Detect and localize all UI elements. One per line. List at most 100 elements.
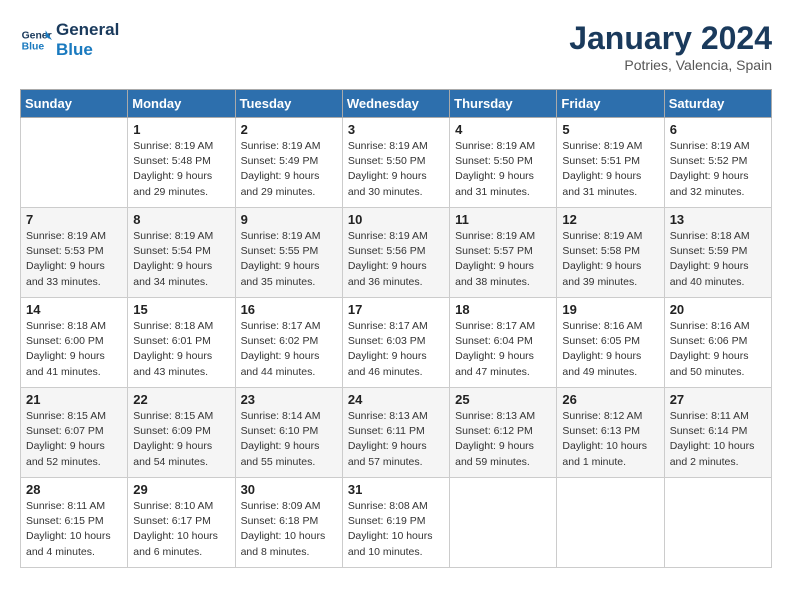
location-subtitle: Potries, Valencia, Spain (569, 57, 772, 73)
day-number: 27 (670, 392, 766, 407)
day-info: Sunrise: 8:19 AM Sunset: 5:55 PM Dayligh… (241, 229, 337, 290)
day-number: 30 (241, 482, 337, 497)
calendar-table: SundayMondayTuesdayWednesdayThursdayFrid… (20, 89, 772, 568)
day-number: 19 (562, 302, 658, 317)
day-info: Sunrise: 8:19 AM Sunset: 5:49 PM Dayligh… (241, 139, 337, 200)
logo-line2: Blue (56, 40, 119, 60)
day-number: 22 (133, 392, 229, 407)
day-info: Sunrise: 8:16 AM Sunset: 6:06 PM Dayligh… (670, 319, 766, 380)
day-info: Sunrise: 8:17 AM Sunset: 6:03 PM Dayligh… (348, 319, 444, 380)
day-number: 1 (133, 122, 229, 137)
day-info: Sunrise: 8:11 AM Sunset: 6:14 PM Dayligh… (670, 409, 766, 470)
day-number: 24 (348, 392, 444, 407)
day-number: 16 (241, 302, 337, 317)
calendar-cell: 5 Sunrise: 8:19 AM Sunset: 5:51 PM Daylig… (557, 118, 664, 208)
header-day-tuesday: Tuesday (235, 90, 342, 118)
day-number: 3 (348, 122, 444, 137)
day-info: Sunrise: 8:19 AM Sunset: 5:48 PM Dayligh… (133, 139, 229, 200)
day-info: Sunrise: 8:14 AM Sunset: 6:10 PM Dayligh… (241, 409, 337, 470)
calendar-cell (21, 118, 128, 208)
day-info: Sunrise: 8:19 AM Sunset: 5:56 PM Dayligh… (348, 229, 444, 290)
day-number: 13 (670, 212, 766, 227)
day-info: Sunrise: 8:19 AM Sunset: 5:54 PM Dayligh… (133, 229, 229, 290)
day-number: 25 (455, 392, 551, 407)
month-title: January 2024 (569, 20, 772, 57)
header-day-sunday: Sunday (21, 90, 128, 118)
day-info: Sunrise: 8:17 AM Sunset: 6:02 PM Dayligh… (241, 319, 337, 380)
day-number: 5 (562, 122, 658, 137)
week-row-3: 14Sunrise: 8:18 AM Sunset: 6:00 PM Dayli… (21, 298, 772, 388)
header-row: SundayMondayTuesdayWednesdayThursdayFrid… (21, 90, 772, 118)
calendar-cell: 22Sunrise: 8:15 AM Sunset: 6:09 PM Dayli… (128, 388, 235, 478)
day-number: 9 (241, 212, 337, 227)
calendar-header: SundayMondayTuesdayWednesdayThursdayFrid… (21, 90, 772, 118)
day-number: 28 (26, 482, 122, 497)
calendar-cell: 14Sunrise: 8:18 AM Sunset: 6:00 PM Dayli… (21, 298, 128, 388)
day-info: Sunrise: 8:18 AM Sunset: 6:01 PM Dayligh… (133, 319, 229, 380)
calendar-cell: 24 Sunrise: 8:13 AM Sunset: 6:11 PM Dayli… (342, 388, 449, 478)
week-row-4: 21Sunrise: 8:15 AM Sunset: 6:07 PM Dayli… (21, 388, 772, 478)
day-info: Sunrise: 8:13 AM Sunset: 6:11 PM Dayligh… (348, 409, 444, 470)
day-number: 2 (241, 122, 337, 137)
logo: General Blue General Blue (20, 20, 119, 59)
calendar-cell: 11Sunrise: 8:19 AM Sunset: 5:57 PM Dayli… (450, 208, 557, 298)
page-header: General Blue General Blue January 2024 P… (20, 20, 772, 73)
week-row-2: 7Sunrise: 8:19 AM Sunset: 5:53 PM Daylig… (21, 208, 772, 298)
day-info: Sunrise: 8:19 AM Sunset: 5:50 PM Dayligh… (455, 139, 551, 200)
calendar-cell: 19 Sunrise: 8:16 AM Sunset: 6:05 PM Dayli… (557, 298, 664, 388)
day-info: Sunrise: 8:10 AM Sunset: 6:17 PM Dayligh… (133, 499, 229, 560)
day-info: Sunrise: 8:11 AM Sunset: 6:15 PM Dayligh… (26, 499, 122, 560)
calendar-cell: 25 Sunrise: 8:13 AM Sunset: 6:12 PM Dayli… (450, 388, 557, 478)
calendar-cell: 27 Sunrise: 8:11 AM Sunset: 6:14 PM Dayli… (664, 388, 771, 478)
day-info: Sunrise: 8:19 AM Sunset: 5:52 PM Dayligh… (670, 139, 766, 200)
week-row-1: 1 Sunrise: 8:19 AM Sunset: 5:48 PM Daylig… (21, 118, 772, 208)
calendar-cell: 6Sunrise: 8:19 AM Sunset: 5:52 PM Daylig… (664, 118, 771, 208)
calendar-cell: 31 Sunrise: 8:08 AM Sunset: 6:19 PM Dayli… (342, 478, 449, 568)
day-number: 31 (348, 482, 444, 497)
header-day-friday: Friday (557, 90, 664, 118)
calendar-cell: 7Sunrise: 8:19 AM Sunset: 5:53 PM Daylig… (21, 208, 128, 298)
day-number: 26 (562, 392, 658, 407)
calendar-cell: 4Sunrise: 8:19 AM Sunset: 5:50 PM Daylig… (450, 118, 557, 208)
day-number: 20 (670, 302, 766, 317)
day-info: Sunrise: 8:18 AM Sunset: 6:00 PM Dayligh… (26, 319, 122, 380)
header-day-monday: Monday (128, 90, 235, 118)
calendar-cell: 29 Sunrise: 8:10 AM Sunset: 6:17 PM Dayli… (128, 478, 235, 568)
day-info: Sunrise: 8:19 AM Sunset: 5:50 PM Dayligh… (348, 139, 444, 200)
calendar-cell: 26Sunrise: 8:12 AM Sunset: 6:13 PM Dayli… (557, 388, 664, 478)
day-number: 8 (133, 212, 229, 227)
calendar-cell: 23 Sunrise: 8:14 AM Sunset: 6:10 PM Dayli… (235, 388, 342, 478)
title-block: January 2024 Potries, Valencia, Spain (569, 20, 772, 73)
calendar-cell: 3 Sunrise: 8:19 AM Sunset: 5:50 PM Daylig… (342, 118, 449, 208)
calendar-cell: 28 Sunrise: 8:11 AM Sunset: 6:15 PM Dayli… (21, 478, 128, 568)
day-number: 12 (562, 212, 658, 227)
header-day-saturday: Saturday (664, 90, 771, 118)
day-info: Sunrise: 8:09 AM Sunset: 6:18 PM Dayligh… (241, 499, 337, 560)
day-number: 18 (455, 302, 551, 317)
calendar-cell: 9 Sunrise: 8:19 AM Sunset: 5:55 PM Daylig… (235, 208, 342, 298)
calendar-cell: 18Sunrise: 8:17 AM Sunset: 6:04 PM Dayli… (450, 298, 557, 388)
calendar-cell: 8 Sunrise: 8:19 AM Sunset: 5:54 PM Daylig… (128, 208, 235, 298)
day-number: 23 (241, 392, 337, 407)
logo-line1: General (56, 20, 119, 40)
day-info: Sunrise: 8:08 AM Sunset: 6:19 PM Dayligh… (348, 499, 444, 560)
calendar-cell: 2 Sunrise: 8:19 AM Sunset: 5:49 PM Daylig… (235, 118, 342, 208)
calendar-cell (664, 478, 771, 568)
day-number: 11 (455, 212, 551, 227)
day-info: Sunrise: 8:16 AM Sunset: 6:05 PM Dayligh… (562, 319, 658, 380)
calendar-cell: 30 Sunrise: 8:09 AM Sunset: 6:18 PM Dayli… (235, 478, 342, 568)
calendar-cell (557, 478, 664, 568)
day-number: 21 (26, 392, 122, 407)
calendar-cell: 20 Sunrise: 8:16 AM Sunset: 6:06 PM Dayli… (664, 298, 771, 388)
calendar-cell: 1 Sunrise: 8:19 AM Sunset: 5:48 PM Daylig… (128, 118, 235, 208)
calendar-body: 1 Sunrise: 8:19 AM Sunset: 5:48 PM Daylig… (21, 118, 772, 568)
day-info: Sunrise: 8:18 AM Sunset: 5:59 PM Dayligh… (670, 229, 766, 290)
day-info: Sunrise: 8:19 AM Sunset: 5:51 PM Dayligh… (562, 139, 658, 200)
day-number: 17 (348, 302, 444, 317)
calendar-cell: 13 Sunrise: 8:18 AM Sunset: 5:59 PM Dayli… (664, 208, 771, 298)
day-info: Sunrise: 8:13 AM Sunset: 6:12 PM Dayligh… (455, 409, 551, 470)
calendar-cell (450, 478, 557, 568)
day-number: 29 (133, 482, 229, 497)
calendar-cell: 16 Sunrise: 8:17 AM Sunset: 6:02 PM Dayli… (235, 298, 342, 388)
calendar-cell: 12Sunrise: 8:19 AM Sunset: 5:58 PM Dayli… (557, 208, 664, 298)
